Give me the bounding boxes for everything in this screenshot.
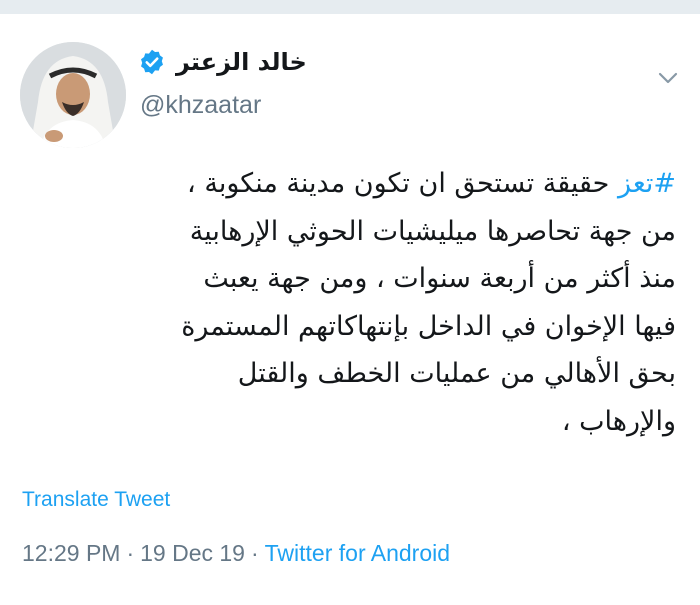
meta-separator: · bbox=[126, 540, 135, 566]
tweet-source-link[interactable]: Twitter for Android bbox=[265, 540, 450, 567]
avatar[interactable] bbox=[20, 42, 126, 148]
tweet-card[interactable]: خالد الزعتر @khzaatar #تعز حقيقة تستحق ا… bbox=[0, 14, 700, 605]
tweet-date[interactable]: 19 Dec 19 bbox=[140, 540, 245, 567]
tweet-line: والإرهاب ، bbox=[561, 405, 676, 437]
tweet-text: #تعز حقيقة تستحق ان تكون مدينة منكوبة ، … bbox=[11, 160, 676, 445]
tweet-line: #تعز حقيقة تستحق ان تكون مدينة منكوبة ، bbox=[11, 160, 676, 208]
tweet-line: منذ أكثر من أربعة سنوات ، ومن جهة يعبث bbox=[203, 263, 676, 294]
tweet-line-text: حقيقة تستحق ان تكون مدينة منكوبة ، bbox=[187, 168, 618, 199]
author-display-name[interactable]: خالد الزعتر bbox=[176, 48, 307, 76]
tweet-time[interactable]: 12:29 PM bbox=[22, 540, 120, 567]
verified-badge-icon bbox=[138, 48, 166, 76]
tweet-line: من جهة تحاصرها ميليشيات الحوثي الإرهابية bbox=[189, 215, 676, 247]
hashtag-link[interactable]: #تعز bbox=[618, 168, 676, 199]
tweet-meta: 12:29 PM · 19 Dec 19 · Twitter for Andro… bbox=[22, 540, 450, 567]
author-handle[interactable]: @khzaatar bbox=[140, 91, 261, 120]
chevron-down-icon bbox=[658, 72, 678, 84]
tweet-line: بحق الأهالي من عمليات الخطف والقتل bbox=[237, 358, 676, 389]
avatar-photo-icon bbox=[20, 42, 126, 148]
top-separator bbox=[0, 0, 700, 14]
tweet-line: فيها الإخوان في الداخل بإنتهاكاتهم المست… bbox=[181, 310, 676, 342]
author-name-row[interactable]: خالد الزعتر bbox=[138, 42, 307, 82]
meta-separator: · bbox=[250, 540, 259, 566]
translate-tweet-link[interactable]: Translate Tweet bbox=[22, 488, 170, 512]
tweet-menu-button[interactable] bbox=[652, 62, 684, 94]
